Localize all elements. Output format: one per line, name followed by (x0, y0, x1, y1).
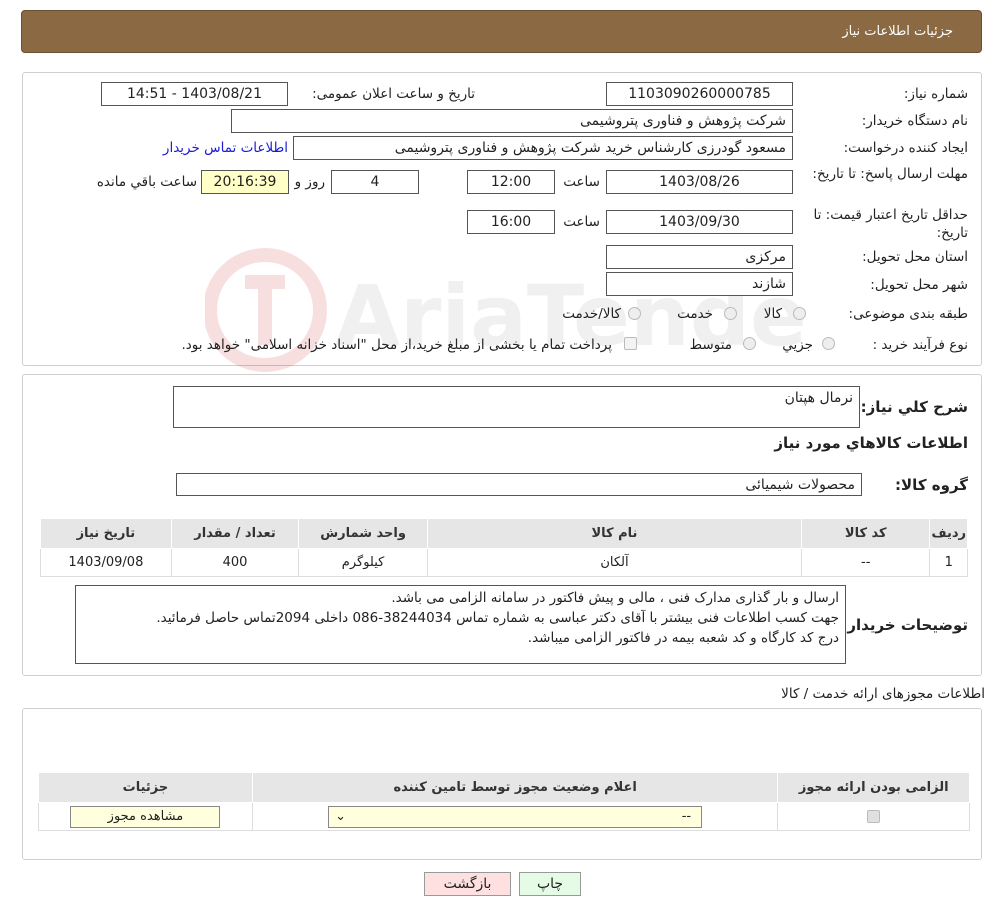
deadline-time-word: ساعت (563, 174, 600, 190)
permits-table: الزامی بودن ارائه مجوز اعلام وضعیت مجوز … (38, 772, 970, 831)
announce-label: تاریخ و ساعت اعلان عمومی: (312, 86, 475, 102)
days-word: روز و (294, 174, 325, 190)
table-row: 1 -- آلکان کیلوگرم 400 1403/09/08 (40, 548, 968, 577)
announce-field: 1403/08/21 - 14:51 (101, 82, 288, 106)
permit-status-cell: -- ⌄ (251, 802, 779, 831)
buyer-label: نام دستگاه خریدار: (861, 113, 968, 129)
province-label: استان محل تحویل: (862, 249, 968, 265)
buyer-notes-textarea[interactable]: ارسال و بار گذاری مدارک فنی ، مالی و پیش… (75, 585, 846, 664)
col-quantity: تعداد / مقدار (170, 518, 300, 549)
category-both-label: کالا/خدمت (562, 306, 621, 322)
remaining-time-field: 20:16:39 (201, 170, 289, 194)
cell-code: -- (801, 548, 931, 577)
category-goods-radio[interactable] (793, 307, 806, 320)
col-permit-required: الزامی بودن ارائه مجوز (777, 772, 970, 803)
cell-unit: کیلوگرم (298, 548, 428, 577)
permit-details-cell: مشاهده مجوز (38, 802, 253, 831)
payment-note: پرداخت تمام یا بخشی از مبلغ خرید،از محل … (181, 337, 612, 353)
deadline-label: مهلت ارسال پاسخ: تا تاریخ: (812, 166, 968, 182)
process-minor-label: جزیي (782, 337, 813, 353)
process-medium-radio[interactable] (743, 337, 756, 350)
notes-line-3: درج کد کارگاه و کد شعبه بیمه در فاکتور ا… (527, 630, 839, 646)
summary-textarea[interactable]: نرمال هپتان (173, 386, 860, 428)
remaining-word: ساعت باقي مانده (96, 174, 197, 190)
process-minor-radio[interactable] (822, 337, 835, 350)
category-service-label: خدمت (677, 306, 713, 322)
table-row: -- ⌄ مشاهده مجوز (38, 802, 970, 831)
cell-row: 1 (929, 548, 968, 577)
buyer-contact-link[interactable]: اطلاعات تماس خریدار (163, 140, 288, 156)
permit-status-select[interactable]: -- ⌄ (328, 805, 703, 828)
category-service-radio[interactable] (724, 307, 737, 320)
col-date: تاریخ نیاز (40, 518, 172, 549)
col-unit: واحد شمارش (298, 518, 428, 549)
col-permit-details: جزئیات (38, 772, 253, 803)
city-field: شازند (606, 272, 793, 296)
cell-quantity: 400 (170, 548, 300, 577)
cell-date: 1403/09/08 (40, 548, 172, 577)
validity-label: حداقل تاریخ اعتبار قیمت: تا تاریخ: (813, 207, 968, 241)
notes-line-2: جهت کسب اطلاعات فنی بیشتر با آقای دکتر ع… (156, 610, 839, 626)
back-button[interactable]: بازگشت (424, 872, 511, 896)
summary-label: شرح کلي نیاز: (860, 398, 968, 416)
process-label: نوع فرآیند خرید : (872, 337, 968, 353)
buyer-notes-label: توضیحات خریدار: (841, 616, 968, 634)
col-permit-status: اعلام وضعیت مجوز توسط تامین کننده (251, 772, 779, 803)
cell-name: آلکان (426, 548, 803, 577)
validity-date-field: 1403/09/30 (606, 210, 793, 234)
deadline-time-field: 12:00 (467, 170, 555, 194)
col-name: نام کالا (426, 518, 803, 549)
goods-group-label: گروه کالا: (895, 476, 968, 494)
print-button[interactable]: چاپ (519, 872, 581, 896)
validity-time-word: ساعت (563, 214, 600, 230)
treasury-checkbox[interactable] (624, 337, 637, 350)
validity-time-field: 16:00 (467, 210, 555, 234)
goods-table: رديف کد کالا نام کالا واحد شمارش تعداد /… (40, 518, 968, 577)
permit-required-cell (777, 802, 970, 831)
notes-line-1: ارسال و بار گذاری مدارک فنی ، مالی و پیش… (391, 590, 839, 606)
col-row: رديف (929, 518, 968, 549)
chevron-down-icon: ⌄ (335, 808, 347, 824)
buyer-field: شرکت پژوهش و فناوری پتروشیمی (231, 109, 793, 133)
days-field: 4 (331, 170, 419, 194)
permit-required-checkbox (867, 810, 881, 823)
category-both-radio[interactable] (628, 307, 641, 320)
page-title: جزئیات اطلاعات نیاز (842, 24, 953, 39)
deadline-date-field: 1403/08/26 (606, 170, 793, 194)
goods-section-title: اطلاعات کالاهاي مورد نياز (774, 434, 968, 452)
need-number-field: 1103090260000785 (606, 82, 793, 106)
view-permit-button[interactable]: مشاهده مجوز (70, 805, 221, 828)
category-label: طبقه بندی موضوعی: (848, 306, 968, 322)
province-field: مرکزی (606, 245, 793, 269)
city-label: شهر محل تحویل: (870, 277, 968, 293)
goods-group-field: محصولات شیمیائی (176, 473, 862, 496)
category-goods-label: کالا (763, 306, 782, 322)
need-number-label: شماره نیاز: (903, 86, 968, 102)
col-code: کد کالا (801, 518, 931, 549)
process-medium-label: متوسط (689, 337, 732, 353)
page-header: جزئیات اطلاعات نیاز (21, 10, 982, 53)
creator-field: مسعود گودرزی کارشناس خرید شرکت پژوهش و ف… (293, 136, 793, 160)
permits-title: اطلاعات مجوزهای ارائه خدمت / کالا (781, 686, 985, 702)
creator-label: ایجاد کننده درخواست: (843, 140, 968, 156)
permit-status-value: -- (681, 808, 692, 824)
